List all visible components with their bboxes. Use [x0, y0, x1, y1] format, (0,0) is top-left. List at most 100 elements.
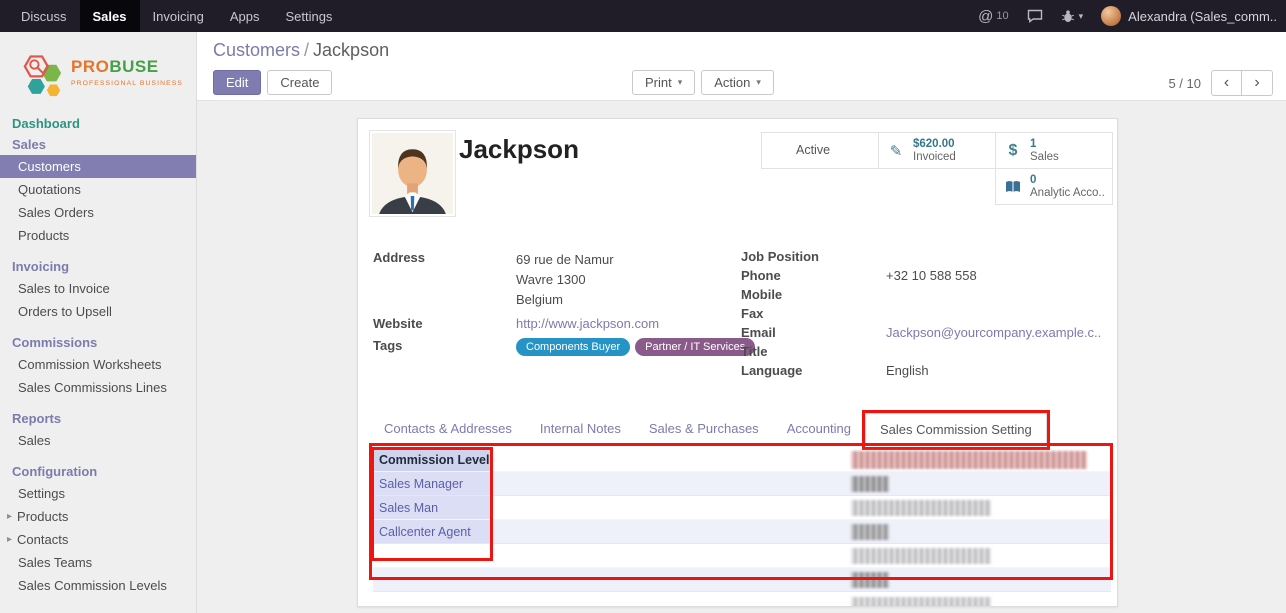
person-avatar-image [372, 133, 453, 214]
sidebar-item-settings[interactable]: Settings [0, 482, 196, 505]
caret-down-icon: ▾ [1079, 11, 1084, 22]
menu-sales[interactable]: Sales [80, 0, 140, 32]
tab-sales-purchases[interactable]: Sales & Purchases [635, 413, 773, 444]
edit-button[interactable]: Edit [213, 70, 261, 95]
tags-value: Components Buyer Partner / IT Services [516, 338, 731, 356]
action-dropdown-button[interactable]: Action ▾ [701, 70, 774, 95]
sidebar-item-orders-to-upsell[interactable]: Orders to Upsell [0, 300, 196, 323]
customer-form: Jackpson Active ✎ $620.00 Invoiced $ 1 S… [357, 118, 1118, 607]
table-row[interactable]: Callcenter Agent [373, 520, 1111, 544]
tab-sales-commission-setting[interactable]: Sales Commission Setting [865, 413, 1047, 445]
sidebar-item-sales-commissions-lines[interactable]: Sales Commissions Lines [0, 376, 196, 399]
sidebar-item-quotations[interactable]: Quotations [0, 178, 196, 201]
commission-level-header[interactable]: Commission Level [373, 448, 492, 471]
title-value [886, 344, 1106, 358]
analytic-stat-button[interactable]: 0 Analytic Acco... [995, 168, 1113, 205]
table-header-row: Commission Level [373, 448, 1111, 472]
mentions-button[interactable]: @ 10 [969, 0, 1017, 32]
tag-partner-it-services[interactable]: Partner / IT Services [635, 338, 755, 356]
debug-menu-button[interactable]: ▾ [1052, 0, 1093, 32]
menu-settings[interactable]: Settings [272, 0, 345, 32]
logo-subtitle: PROFESSIONAL BUSINESS [71, 76, 183, 91]
address-label: Address [373, 250, 516, 266]
table-empty-row[interactable] [373, 592, 1111, 607]
redacted-value [851, 476, 889, 492]
sidebar-item-sales-orders[interactable]: Sales Orders [0, 201, 196, 224]
active-toggle-button[interactable]: Active [761, 132, 879, 169]
sidebar-item-config-contacts[interactable]: ▸ Contacts [0, 528, 196, 551]
pager-next-button[interactable]: › [1242, 70, 1273, 96]
print-dropdown-button[interactable]: Print ▾ [632, 70, 695, 95]
sidebar-item-sales-to-invoice[interactable]: Sales to Invoice [0, 277, 196, 300]
control-panel: Customers/Jackpson Edit Create Print ▾ A… [197, 32, 1286, 101]
table-empty-row[interactable] [373, 568, 1111, 592]
at-icon: @ [978, 8, 993, 25]
stat-buttons: Active ✎ $620.00 Invoiced $ 1 Sales [757, 133, 1113, 205]
commission-level-cell: Sales Man [373, 496, 492, 519]
pencil-icon: ✎ [886, 142, 906, 160]
sidebar-section-sales[interactable]: Sales [0, 134, 196, 155]
sales-count-label: Sales [1030, 151, 1059, 164]
probuse-logo-icon [22, 51, 64, 99]
sales-stat-button[interactable]: $ 1 Sales [995, 132, 1113, 169]
sidebar-item-label: Contacts [17, 532, 68, 547]
phone-label: Phone [741, 268, 886, 284]
mention-count: 10 [996, 10, 1008, 22]
sidebar-item-sales-teams[interactable]: Sales Teams [0, 551, 196, 574]
create-button[interactable]: Create [267, 70, 332, 95]
table-empty-row[interactable] [373, 544, 1111, 568]
mobile-value [886, 287, 1106, 301]
print-label: Print [645, 74, 672, 91]
analytic-count-value: 0 [1030, 174, 1105, 187]
job-position-label: Job Position [741, 249, 886, 265]
action-buttons: Print ▾ Action ▾ [632, 70, 774, 95]
sidebar-item-config-products[interactable]: ▸ Products [0, 505, 196, 528]
menu-invoicing[interactable]: Invoicing [140, 0, 217, 32]
sidebar-section-commissions[interactable]: Commissions [0, 332, 196, 353]
invoiced-stat-button[interactable]: ✎ $620.00 Invoiced [878, 132, 996, 169]
website-label: Website [373, 316, 516, 332]
sidebar-item-dashboard[interactable]: Dashboard [0, 113, 196, 134]
table-row[interactable]: Sales Man [373, 496, 1111, 520]
chevron-right-icon: ▸ [7, 511, 12, 522]
customer-photo[interactable] [369, 130, 456, 217]
breadcrumb-separator: / [304, 40, 309, 60]
language-label: Language [741, 363, 886, 379]
tag-components-buyer[interactable]: Components Buyer [516, 338, 630, 356]
fields-right-column: Job Position Phone +32 10 588 558 Mobile… [741, 249, 1106, 379]
website-link[interactable]: http://www.jackpson.com [516, 316, 659, 331]
tab-internal-notes[interactable]: Internal Notes [526, 413, 635, 444]
sidebar-item-reports-sales[interactable]: Sales [0, 429, 196, 452]
breadcrumb-current: Jackpson [313, 40, 389, 60]
pager-previous-button[interactable]: ‹ [1211, 70, 1242, 96]
book-icon [1003, 180, 1023, 194]
commission-level-cell: Callcenter Agent [373, 520, 492, 543]
main-content: Customers/Jackpson Edit Create Print ▾ A… [197, 32, 1286, 613]
sidebar: PROBUSE PROFESSIONAL BUSINESS Dashboard … [0, 32, 197, 613]
user-name: Alexandra (Sales_comm.. [1128, 9, 1277, 24]
menu-discuss[interactable]: Discuss [8, 0, 80, 32]
sidebar-item-commission-worksheets[interactable]: Commission Worksheets [0, 353, 196, 376]
tab-accounting[interactable]: Accounting [773, 413, 865, 444]
sidebar-section-reports[interactable]: Reports [0, 408, 196, 429]
bug-icon [1061, 9, 1075, 23]
sidebar-item-sales-commission-levels[interactable]: Sales Commission Levels [0, 574, 196, 597]
action-label: Action [714, 74, 750, 91]
chat-bubble-icon [1027, 9, 1043, 23]
tab-contacts-addresses[interactable]: Contacts & Addresses [370, 413, 526, 444]
sidebar-section-configuration[interactable]: Configuration [0, 461, 196, 482]
user-menu[interactable]: Alexandra (Sales_comm.. [1092, 0, 1286, 32]
mobile-label: Mobile [741, 287, 886, 303]
email-link[interactable]: Jackpson@yourcompany.example.c.. [886, 325, 1101, 340]
language-value: English [886, 363, 1106, 379]
table-row[interactable]: Sales Manager [373, 472, 1111, 496]
sidebar-item-customers[interactable]: Customers [0, 155, 196, 178]
sidebar-section-invoicing[interactable]: Invoicing [0, 256, 196, 277]
sidebar-item-products[interactable]: Products [0, 224, 196, 247]
messages-button[interactable] [1018, 0, 1052, 32]
sidebar-nav: Dashboard Sales Customers Quotations Sal… [0, 113, 196, 597]
breadcrumb-customers[interactable]: Customers [213, 40, 300, 60]
logo-title: PROBUSE [71, 59, 183, 74]
menu-apps[interactable]: Apps [217, 0, 273, 32]
sidebar-item-label: Products [17, 509, 68, 524]
